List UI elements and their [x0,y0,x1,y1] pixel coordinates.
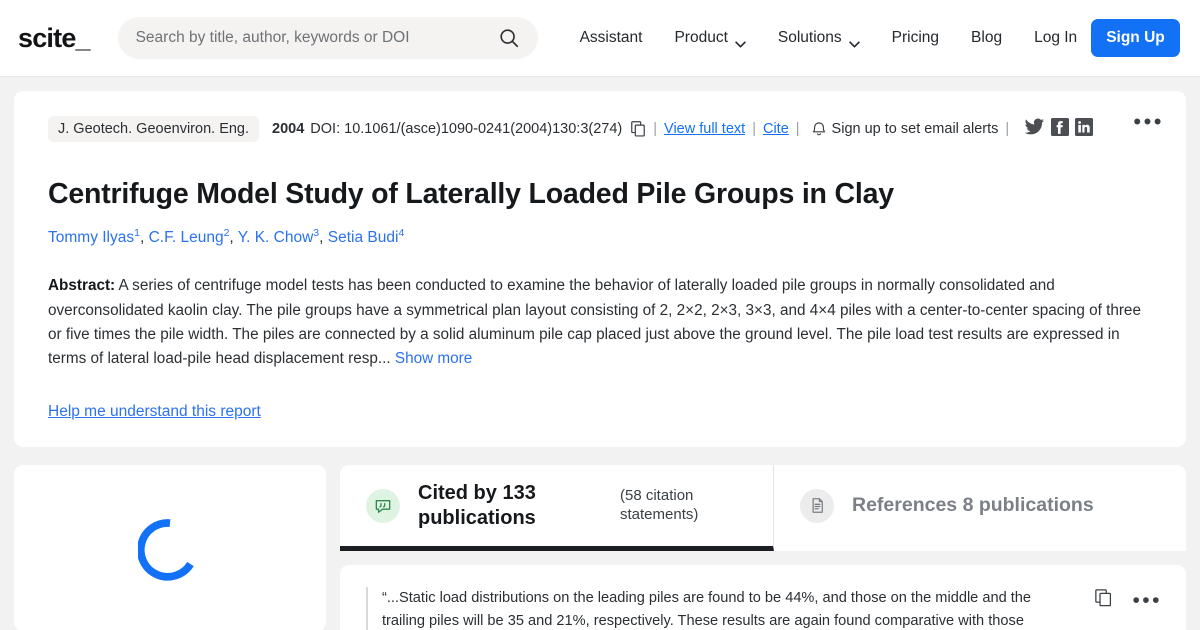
nav-item-blog[interactable]: Blog [955,21,1018,55]
loading-panel [14,465,326,630]
logo-underscore: _ [75,22,91,53]
article-more-menu[interactable]: ••• [1133,111,1164,133]
abstract-text: A series of centrifuge model tests has b… [48,277,1141,367]
email-alerts-link[interactable]: Sign up to set email alerts [832,121,999,137]
nav-label: Log In [1034,29,1078,46]
doi-text: DOI: 10.1061/(asce)1090-0241(2004)130:3(… [310,121,623,137]
page-body: J. Geotech. Geoenviron. Eng. 2004 DOI: 1… [0,77,1200,630]
article-card: J. Geotech. Geoenviron. Eng. 2004 DOI: 1… [14,91,1186,448]
view-full-text-link[interactable]: View full text [664,121,745,137]
logo-text: scite [18,22,76,53]
author-name: C.F. Leung [148,229,224,247]
author-link[interactable]: Tommy Ilyas1 [48,227,140,247]
cite-link[interactable]: Cite [763,121,789,137]
author-link[interactable]: Y. K. Chow3 [237,227,319,247]
main-nav: Assistant Product Solutions Pricing Blog… [564,19,1180,57]
tab-cited-by-sublabel: (58 citation statements) [620,487,699,523]
chevron-down-icon [848,35,860,48]
author-name: Y. K. Chow [237,229,314,247]
nav-label: Product [674,29,728,46]
nav-label: Blog [971,29,1003,46]
nav-label: Solutions [777,29,842,46]
author-separator: , [139,229,149,247]
page-title: Centrifuge Model Study of Laterally Load… [48,178,894,210]
author-name: Tommy Ilyas [48,229,135,247]
search-icon[interactable] [498,27,520,49]
author-list: Tommy Ilyas1, C.F. Leung2, Y. K. Chow3, … [48,227,1154,248]
copy-doi-icon[interactable] [631,121,646,137]
nav-item-assistant[interactable]: Assistant [564,21,659,55]
nav-item-product[interactable]: Product [658,21,761,55]
author-separator: , [319,229,328,247]
quote-bubble-icon [366,488,400,523]
journal-badge[interactable]: J. Geotech. Geoenviron. Eng. [48,116,260,142]
search-input[interactable] [135,29,498,47]
nav-label: Assistant [579,29,643,46]
tab-cited-by-label: Cited by 133 publications [418,482,536,529]
abstract-label: Abstract: [48,277,116,295]
citation-tabs: Cited by 133 publications (58 citation s… [340,465,1186,552]
linkedin-icon[interactable] [1075,118,1094,140]
author-link[interactable]: C.F. Leung2 [148,227,230,247]
author-name: Setia Budi [327,229,399,247]
citation-statement-actions: ••• [1069,587,1162,612]
scite-logo[interactable]: scite_ [18,22,91,54]
document-icon [800,488,834,523]
nav-item-pricing[interactable]: Pricing [876,21,955,55]
publication-year: 2004 [272,121,305,137]
metadata-separator: | [653,121,658,137]
lower-section: Cited by 133 publications (58 citation s… [14,465,1186,630]
help-understand-report-link[interactable]: Help me understand this report [48,403,261,421]
social-share-group [1024,118,1094,140]
bell-icon[interactable] [812,121,826,137]
nav-label: Pricing [891,29,940,46]
tab-references-label: References 8 publications [852,494,1094,517]
abstract-paragraph: Abstract: A series of centrifuge model t… [48,274,1154,371]
site-header: scite_ Assistant Product Solutions Pr [0,0,1200,77]
tab-cited-by[interactable]: Cited by 133 publications (58 citation s… [340,465,774,552]
search-box[interactable] [117,17,538,59]
citation-statement-more-menu[interactable]: ••• [1132,590,1162,611]
twitter-icon[interactable] [1024,118,1045,140]
article-metadata-row: J. Geotech. Geoenviron. Eng. 2004 DOI: 1… [48,115,1154,143]
nav-item-login[interactable]: Log In [1018,21,1091,55]
sign-up-button[interactable]: Sign Up [1091,19,1180,57]
citations-panel: Cited by 133 publications (58 citation s… [340,465,1186,630]
author-affiliation-marker: 4 [398,227,405,240]
metadata-separator: | [1005,121,1010,137]
nav-item-solutions[interactable]: Solutions [762,21,876,55]
quote-accent-bar [366,587,368,630]
author-separator: , [229,229,238,247]
citation-statement-card: “...Static load distributions on the lea… [340,565,1186,630]
metadata-separator: | [795,121,800,137]
chevron-down-icon [735,35,746,48]
author-link[interactable]: Setia Budi4 [327,227,405,247]
tab-references[interactable]: References 8 publications [774,465,1116,551]
copy-icon[interactable] [1095,589,1112,612]
citation-statement-text: “...Static load distributions on the lea… [382,590,1032,629]
loading-spinner-icon [136,518,202,582]
show-more-link[interactable]: Show more [395,350,472,367]
facebook-icon[interactable] [1051,118,1070,140]
metadata-separator: | [752,121,756,137]
